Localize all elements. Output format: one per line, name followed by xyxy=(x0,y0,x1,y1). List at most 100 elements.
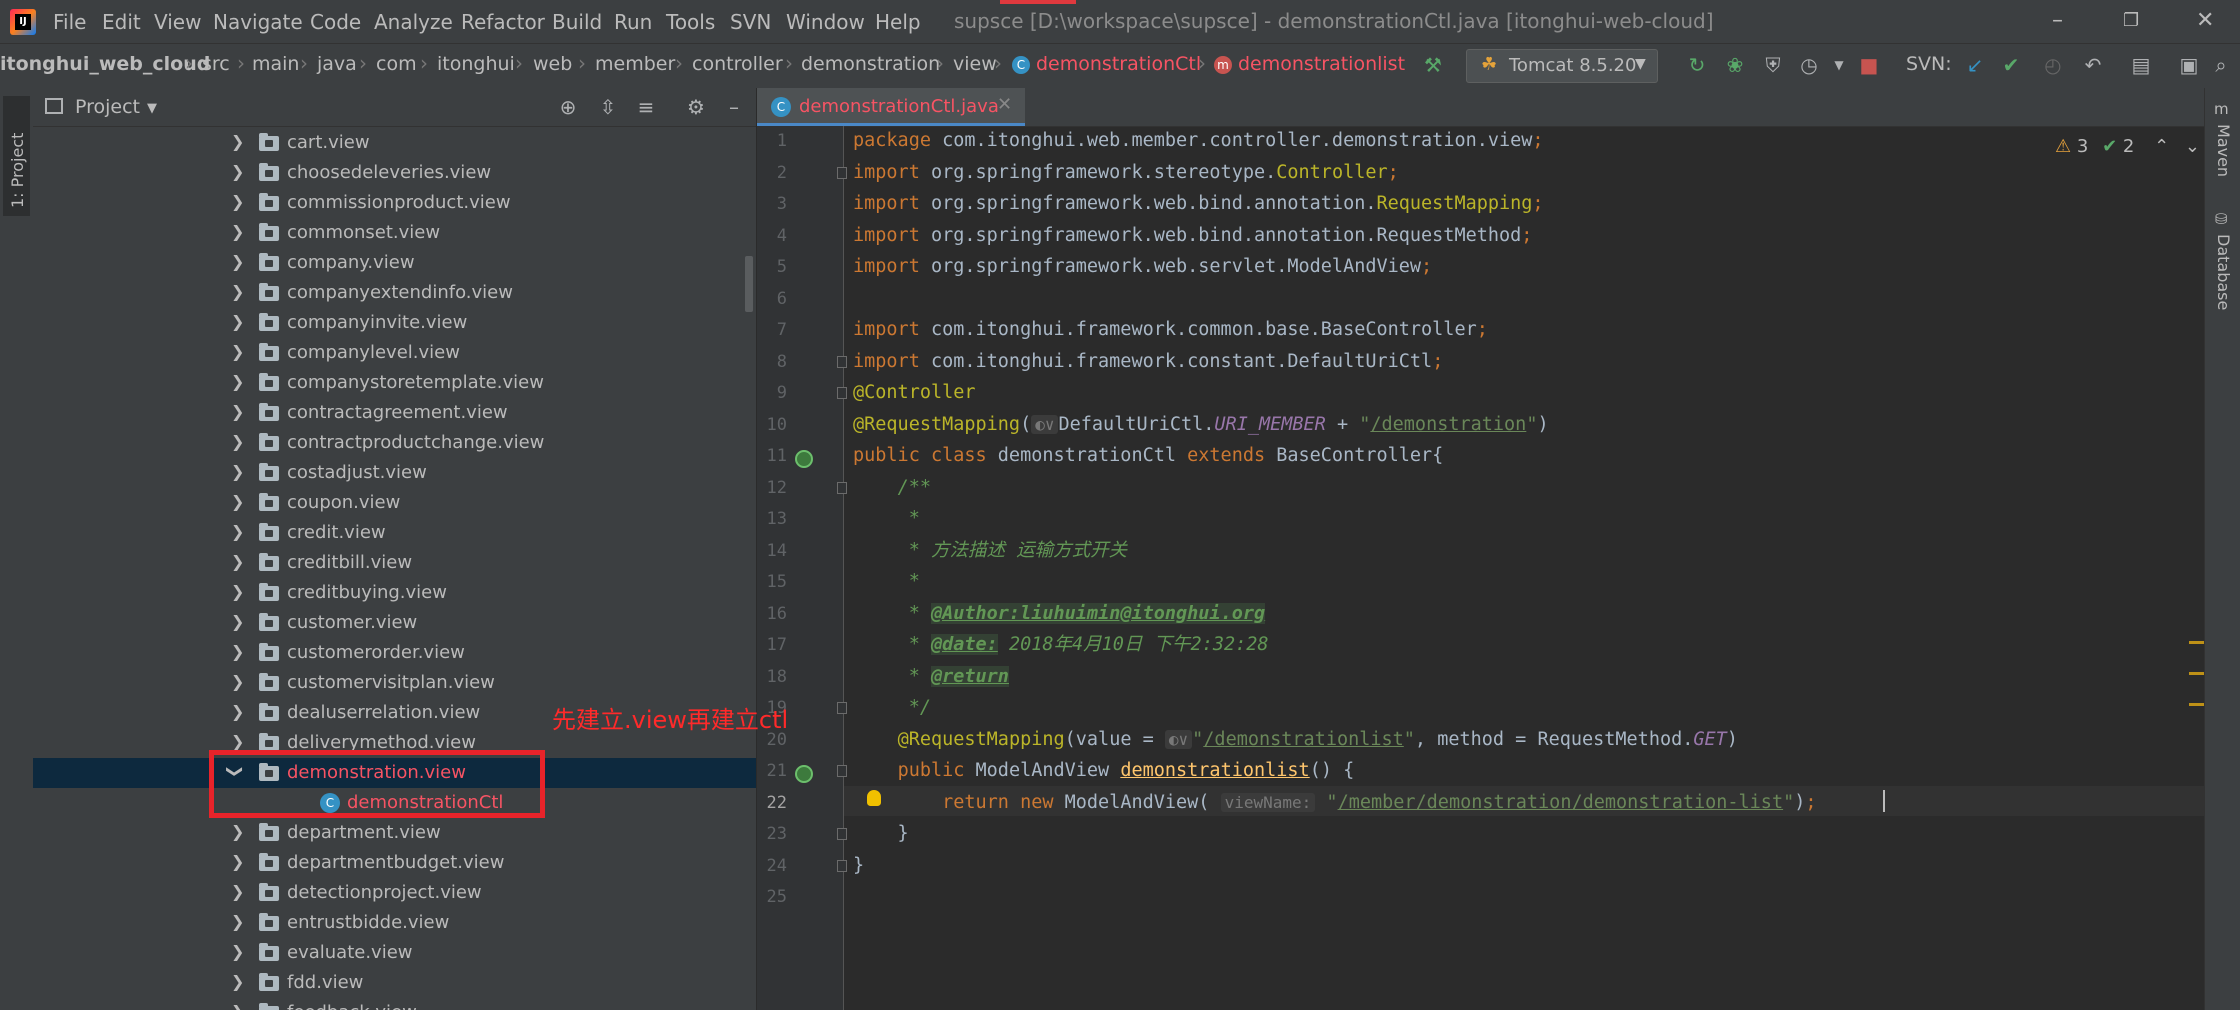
chevron-right-icon[interactable]: ❯ xyxy=(231,882,244,901)
menu-edit[interactable]: Edit xyxy=(102,10,141,34)
breadcrumb-itonghui[interactable]: itonghui xyxy=(437,53,515,75)
menu-file[interactable]: File xyxy=(53,10,86,34)
maven-tool-tab[interactable]: Maven xyxy=(2214,124,2233,177)
build-hammer-icon[interactable]: ⚒ xyxy=(1420,52,1446,78)
project-tree-scrollbar[interactable] xyxy=(745,256,753,312)
fold-marker-icon[interactable] xyxy=(837,482,847,494)
chevron-right-icon[interactable]: ❯ xyxy=(231,582,244,601)
tree-item[interactable]: ❯ companyextendinfo.view xyxy=(33,278,756,308)
profile-dropdown-icon[interactable]: ▼ xyxy=(1826,52,1852,78)
svn-revert-icon[interactable]: ↶ xyxy=(2080,52,2106,78)
close-window-icon[interactable]: ✕ xyxy=(2196,8,2214,33)
chevron-right-icon[interactable]: ❯ xyxy=(231,462,244,481)
tree-item[interactable]: ❯ commonset.view xyxy=(33,218,756,248)
tree-item[interactable]: ❯ company.view xyxy=(33,248,756,278)
fold-marker-icon[interactable] xyxy=(837,702,847,714)
tree-item[interactable]: ❯ coupon.view xyxy=(33,488,756,518)
chevron-right-icon[interactable]: ❯ xyxy=(231,252,244,271)
project-view-dropdown-icon[interactable]: ▼ xyxy=(147,101,157,116)
profile-icon[interactable]: ◷ xyxy=(1796,52,1822,78)
debug-bug-icon[interactable]: ❀ xyxy=(1722,52,1748,78)
locate-file-icon[interactable]: ⊕ xyxy=(555,94,581,120)
svn-update-icon[interactable]: ↙ xyxy=(1962,52,1988,78)
stop-icon[interactable]: ■ xyxy=(1856,52,1882,78)
fold-marker-icon[interactable] xyxy=(837,860,847,872)
database-tool-tab[interactable]: Database xyxy=(2214,234,2233,310)
fold-marker-icon[interactable] xyxy=(837,356,847,368)
tree-item[interactable]: ❯ companystoretemplate.view xyxy=(33,368,756,398)
breadcrumb-demonstration[interactable]: demonstration xyxy=(801,53,940,75)
menu-window[interactable]: Window xyxy=(786,10,865,34)
tree-item[interactable]: ❯ feedback.view xyxy=(33,998,756,1010)
chevron-right-icon[interactable]: ❯ xyxy=(231,732,244,751)
tree-item[interactable]: ❯ contractproductchange.view xyxy=(33,428,756,458)
menu-run[interactable]: Run xyxy=(614,10,652,34)
tree-item[interactable]: ❯ credit.view xyxy=(33,518,756,548)
tree-item[interactable]: ❯ costadjust.view xyxy=(33,458,756,488)
tree-item[interactable]: ❯ customerorder.view xyxy=(33,638,756,668)
chevron-right-icon[interactable]: ❯ xyxy=(231,852,244,871)
menu-help[interactable]: Help xyxy=(875,10,921,34)
collapse-all-icon[interactable]: ≡ xyxy=(633,94,659,120)
chevron-right-icon[interactable]: ❯ xyxy=(231,492,244,511)
chevron-right-icon[interactable]: ❯ xyxy=(231,312,244,331)
chevron-right-icon[interactable]: ❯ xyxy=(231,822,244,841)
breadcrumb-src[interactable]: src xyxy=(202,53,230,75)
search-icon[interactable]: ⌕ xyxy=(2208,52,2234,78)
chevron-right-icon[interactable]: ❯ xyxy=(231,642,244,661)
menu-analyze[interactable]: Analyze xyxy=(374,10,453,34)
minimize-icon[interactable]: – xyxy=(2052,8,2063,33)
menu-build[interactable]: Build xyxy=(552,10,602,34)
tree-item[interactable]: ❯ companyinvite.view xyxy=(33,308,756,338)
restore-icon[interactable]: ❐ xyxy=(2123,10,2139,31)
menu-svn[interactable]: SVN xyxy=(730,10,771,34)
spring-bean-icon[interactable] xyxy=(795,450,813,468)
breadcrumb-project[interactable]: itonghui_web_cloud xyxy=(0,53,210,75)
menu-tools[interactable]: Tools xyxy=(666,10,715,34)
gear-icon[interactable]: ⚙ xyxy=(683,94,709,120)
breadcrumb-class[interactable]: CdemonstrationCtl xyxy=(1012,53,1201,75)
chevron-right-icon[interactable]: ❯ xyxy=(231,132,244,151)
menu-refactor[interactable]: Refactor xyxy=(461,10,545,34)
fold-marker-icon[interactable] xyxy=(837,387,847,399)
tree-item[interactable]: ❯ departmentbudget.view xyxy=(33,848,756,878)
breadcrumb-web[interactable]: web xyxy=(533,53,572,75)
svn-history-icon[interactable]: ◴ xyxy=(2040,52,2066,78)
tree-item[interactable]: ❯ creditbuying.view xyxy=(33,578,756,608)
chevron-right-icon[interactable]: ❯ xyxy=(231,192,244,211)
close-icon[interactable]: ✕ xyxy=(997,94,1012,115)
tree-item[interactable]: ❯ department.view xyxy=(33,818,756,848)
tree-item[interactable]: ❯ evaluate.view xyxy=(33,938,756,968)
spring-mapping-icon[interactable] xyxy=(795,765,813,783)
chevron-right-icon[interactable]: ❯ xyxy=(231,342,244,361)
breadcrumb-method[interactable]: m demonstrationlist xyxy=(1214,53,1405,75)
project-tool-tab[interactable]: 1: Project xyxy=(3,96,30,216)
breadcrumb-main[interactable]: main xyxy=(252,53,299,75)
layout-icon[interactable]: ▣ xyxy=(2176,52,2202,78)
chevron-right-icon[interactable]: ❯ xyxy=(231,672,244,691)
chevron-right-icon[interactable]: ❯ xyxy=(231,972,244,991)
tree-item[interactable]: ❯ companylevel.view xyxy=(33,338,756,368)
chevron-right-icon[interactable]: ❯ xyxy=(231,432,244,451)
breadcrumb-member[interactable]: member xyxy=(595,53,675,75)
breadcrumb-java[interactable]: java xyxy=(317,53,357,75)
tree-item[interactable]: ❯ detectionproject.view xyxy=(33,878,756,908)
chevron-right-icon[interactable]: ❯ xyxy=(231,222,244,241)
code-area[interactable]: package com.itonghui.web.member.controll… xyxy=(853,126,2193,1010)
tree-item[interactable]: ❯ fdd.view xyxy=(33,968,756,998)
svn-commit-icon[interactable]: ✔ xyxy=(1998,52,2024,78)
breadcrumb-com[interactable]: com xyxy=(376,53,417,75)
breadcrumb-controller[interactable]: controller xyxy=(692,53,783,75)
chevron-right-icon[interactable]: ❯ xyxy=(231,282,244,301)
tree-item[interactable]: ❯ customervisitplan.view xyxy=(33,668,756,698)
fold-marker-icon[interactable] xyxy=(837,167,847,179)
menu-code[interactable]: Code xyxy=(310,10,361,34)
project-structure-icon[interactable]: ▤ xyxy=(2128,52,2154,78)
expand-all-icon[interactable]: ⇳ xyxy=(595,94,621,120)
breadcrumb-view[interactable]: view xyxy=(953,53,997,75)
tree-item[interactable]: ❯ cart.view xyxy=(33,128,756,158)
chevron-right-icon[interactable]: ❯ xyxy=(231,702,244,721)
tree-item[interactable]: ❯ creditbill.view xyxy=(33,548,756,578)
chevron-right-icon[interactable]: ❯ xyxy=(231,912,244,931)
fold-marker-icon[interactable] xyxy=(837,765,847,777)
